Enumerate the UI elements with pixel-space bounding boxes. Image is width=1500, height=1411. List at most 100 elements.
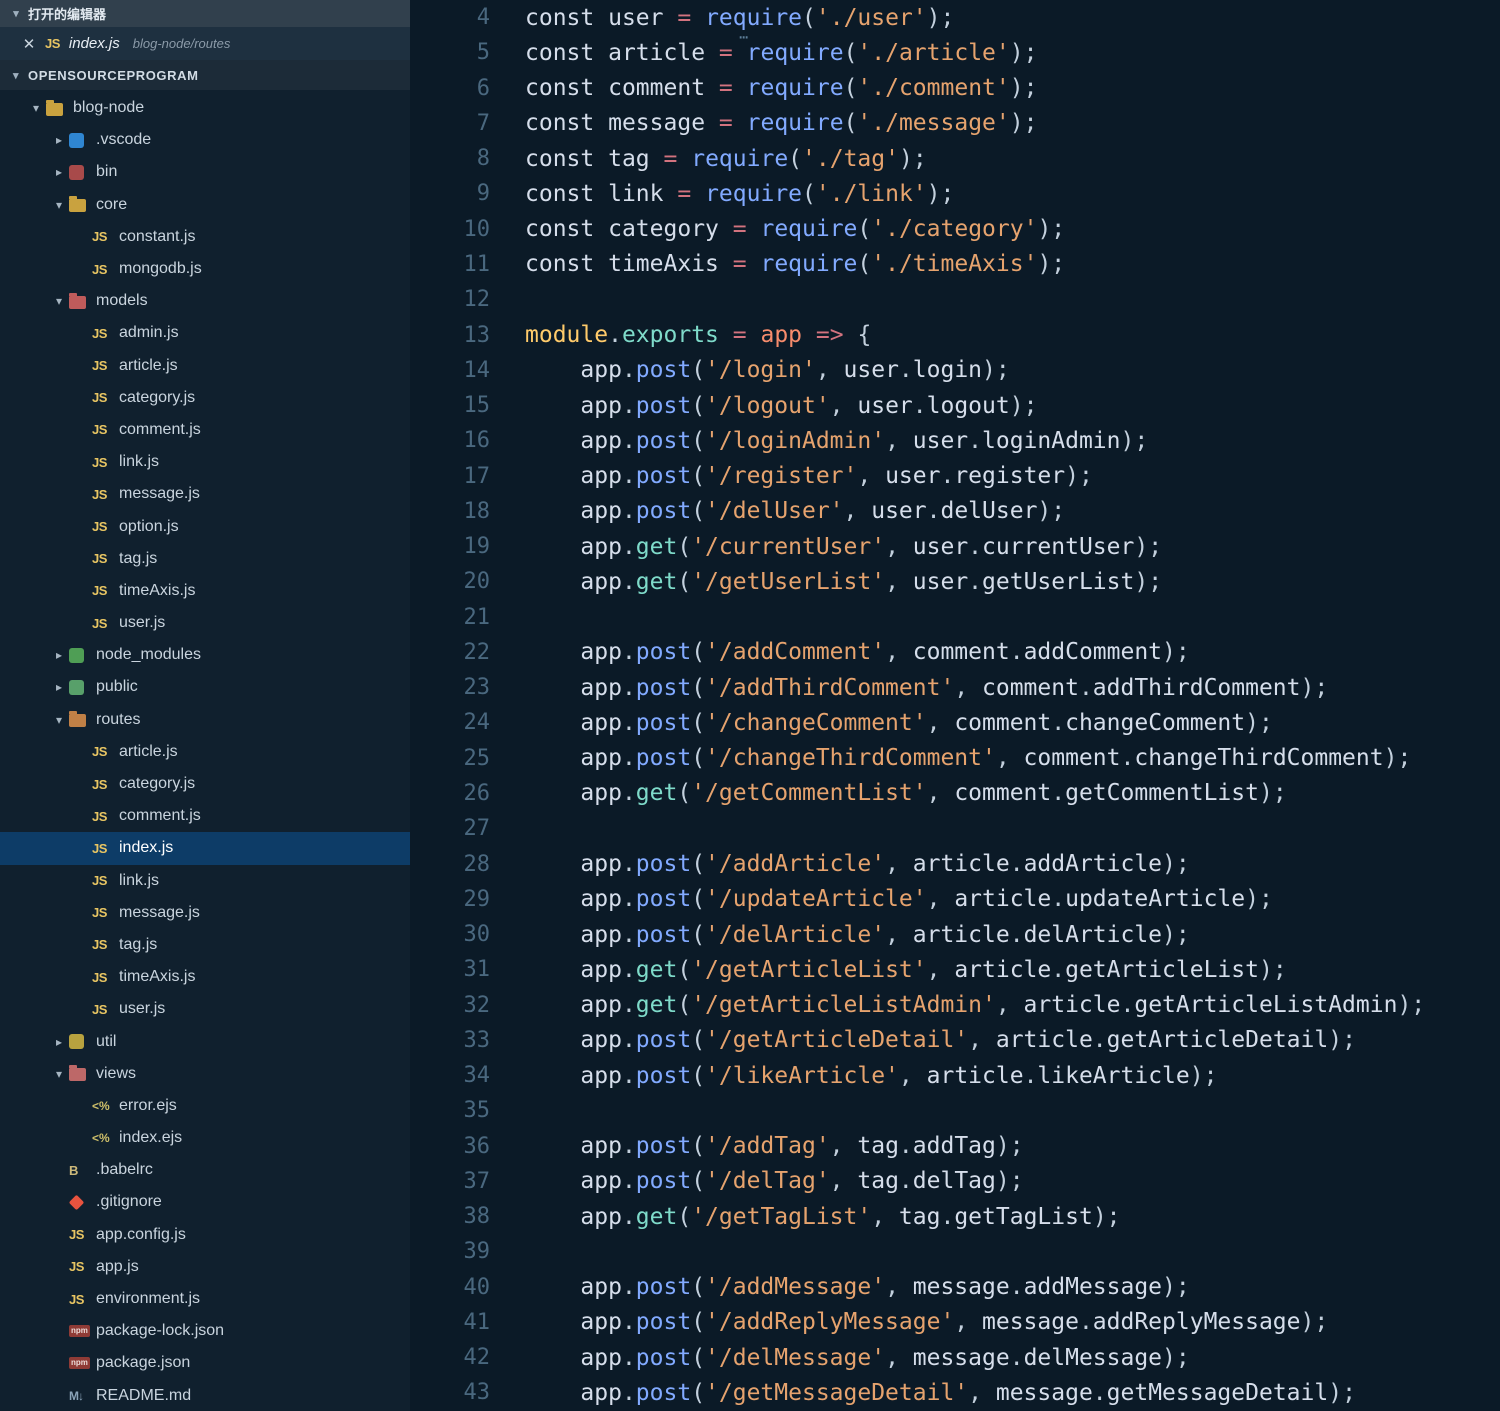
code-line[interactable]: 37 app.post('/delTag', tag.delTag); <box>410 1164 1500 1199</box>
tree-item-admin-js[interactable]: JS admin.js <box>0 317 410 349</box>
tree-item-error-ejs[interactable]: <% error.ejs <box>0 1090 410 1122</box>
code-line[interactable]: 21 <box>410 600 1500 635</box>
tree-item-index-js[interactable]: JS index.js <box>0 832 410 865</box>
code-line[interactable]: 36 app.post('/addTag', tag.addTag); <box>410 1129 1500 1164</box>
open-editors-header[interactable]: ▾ 打开的编辑器 <box>0 0 410 27</box>
code-line[interactable]: 23 app.post('/addThirdComment', comment.… <box>410 670 1500 705</box>
code-line[interactable]: 42 app.post('/delMessage', message.delMe… <box>410 1340 1500 1375</box>
code-text: const tag = require('./tag'); <box>525 145 927 172</box>
chevron-right-icon[interactable]: ▸ <box>49 680 69 694</box>
tree-item-package-json[interactable]: npm package.json <box>0 1347 410 1379</box>
open-editor-item[interactable]: ✕ JS index.js blog-node/routes <box>0 27 410 60</box>
code-line[interactable]: 8 const tag = require('./tag'); <box>410 141 1500 176</box>
tree-item-comment-js[interactable]: JS comment.js <box>0 414 410 446</box>
tree-item-category-js[interactable]: JS category.js <box>0 768 410 800</box>
code-line[interactable]: 34 app.post('/likeArticle', article.like… <box>410 1058 1500 1093</box>
code-line[interactable]: 4 const user = require('./user'); <box>410 0 1500 35</box>
tree-item-bin[interactable]: ▸ bin <box>0 156 410 188</box>
tree-item-user-js[interactable]: JS user.js <box>0 993 410 1025</box>
code-line[interactable]: 17 app.post('/register', user.register); <box>410 458 1500 493</box>
code-line[interactable]: 29 app.post('/updateArticle', article.up… <box>410 882 1500 917</box>
tree-item-node-modules[interactable]: ▸ node_modules <box>0 639 410 671</box>
code-line[interactable]: 15 app.post('/logout', user.logout); <box>410 388 1500 423</box>
code-line[interactable]: 9 const link = require('./link'); <box>410 176 1500 211</box>
tree-item-blog-node[interactable]: ▾ blog-node <box>0 92 410 124</box>
tree-item-constant-js[interactable]: JS constant.js <box>0 221 410 253</box>
tree-item-message-js[interactable]: JS message.js <box>0 478 410 510</box>
code-line[interactable]: 13 module.exports = app => { <box>410 317 1500 352</box>
chevron-right-icon[interactable]: ▸ <box>49 648 69 662</box>
tree-item-core[interactable]: ▾ core <box>0 189 410 221</box>
code-line[interactable]: 14 app.post('/login', user.login); <box>410 353 1500 388</box>
tree-item-link-js[interactable]: JS link.js <box>0 865 410 897</box>
code-line[interactable]: 25 app.post('/changeThirdComment', comme… <box>410 741 1500 776</box>
chevron-down-icon[interactable]: ▾ <box>49 198 69 212</box>
code-line[interactable]: 31 app.get('/getArticleList', article.ge… <box>410 952 1500 987</box>
code-line[interactable]: 38 app.get('/getTagList', tag.getTagList… <box>410 1199 1500 1234</box>
code-line[interactable]: 18 app.post('/delUser', user.delUser); <box>410 494 1500 529</box>
code-line[interactable]: 35 <box>410 1093 1500 1128</box>
tree-item-app-config-js[interactable]: JS app.config.js <box>0 1219 410 1251</box>
tree-item-option-js[interactable]: JS option.js <box>0 510 410 542</box>
code-line[interactable]: 41 app.post('/addReplyMessage', message.… <box>410 1305 1500 1340</box>
tree-item-tag-js[interactable]: JS tag.js <box>0 543 410 575</box>
code-line[interactable]: 24 app.post('/changeComment', comment.ch… <box>410 705 1500 740</box>
code-line[interactable]: 26 app.get('/getCommentList', comment.ge… <box>410 776 1500 811</box>
code-line[interactable]: 40 app.post('/addMessage', message.addMe… <box>410 1270 1500 1305</box>
tree-item-category-js[interactable]: JS category.js <box>0 382 410 414</box>
code-editor[interactable]: 4 const user = require('./user'); 5 const a… <box>410 0 1500 1411</box>
tree-item-article-js[interactable]: JS article.js <box>0 350 410 382</box>
tree-item-timeaxis-js[interactable]: JS timeAxis.js <box>0 575 410 607</box>
code-line[interactable]: 7 const message = require('./message'); <box>410 106 1500 141</box>
tree-item-link-js[interactable]: JS link.js <box>0 446 410 478</box>
code-line[interactable]: 6 const comment = require('./comment'); <box>410 71 1500 106</box>
close-icon[interactable]: ✕ <box>22 35 36 53</box>
tree-item-routes[interactable]: ▾ routes <box>0 704 410 736</box>
tree-item-views[interactable]: ▾ views <box>0 1058 410 1090</box>
code-line[interactable]: 19 app.get('/currentUser', user.currentU… <box>410 529 1500 564</box>
project-section-header[interactable]: ▾ OPENSOURCEPROGRAM <box>0 60 410 90</box>
code-line[interactable]: 28 app.post('/addArticle', article.addAr… <box>410 846 1500 881</box>
chevron-right-icon[interactable]: ▸ <box>49 133 69 147</box>
chevron-down-icon[interactable]: ▾ <box>26 101 46 115</box>
chevron-down-icon[interactable]: ▾ <box>49 713 69 727</box>
chevron-down-icon[interactable]: ▾ <box>49 1067 69 1081</box>
tree-item-public[interactable]: ▸ public <box>0 671 410 703</box>
code-line[interactable]: 43 app.post('/getMessageDetail', message… <box>410 1375 1500 1410</box>
code-line[interactable]: 10 const category = require('./category')… <box>410 212 1500 247</box>
code-line[interactable]: 22 app.post('/addComment', comment.addCo… <box>410 635 1500 670</box>
code-line[interactable]: 11 const timeAxis = require('./timeAxis')… <box>410 247 1500 282</box>
code-line[interactable]: 30 app.post('/delArticle', article.delAr… <box>410 917 1500 952</box>
code-line[interactable]: 12 <box>410 282 1500 317</box>
tree-item-readme-md[interactable]: M↓ README.md <box>0 1380 410 1411</box>
tree-item-message-js[interactable]: JS message.js <box>0 897 410 929</box>
code-line[interactable]: 32 app.get('/getArticleListAdmin', artic… <box>410 987 1500 1022</box>
tree-item-comment-js[interactable]: JS comment.js <box>0 800 410 832</box>
tree-item-mongodb-js[interactable]: JS mongodb.js <box>0 253 410 285</box>
tree-item-package-lock-json[interactable]: npm package-lock.json <box>0 1315 410 1347</box>
code-line[interactable]: 20 app.get('/getUserList', user.getUserL… <box>410 564 1500 599</box>
code-text: app.get('/getArticleList', article.getAr… <box>580 956 1287 983</box>
chevron-right-icon[interactable]: ▸ <box>49 1035 69 1049</box>
tree-item-app-js[interactable]: JS app.js <box>0 1251 410 1283</box>
tree-item-timeaxis-js[interactable]: JS timeAxis.js <box>0 961 410 993</box>
tree-item-environment-js[interactable]: JS environment.js <box>0 1283 410 1315</box>
tree-item--babelrc[interactable]: B .babelrc <box>0 1154 410 1186</box>
code-area[interactable]: 4 const user = require('./user'); 5 const a… <box>410 0 1500 1411</box>
code-text: app.get('/getTagList', tag.getTagList); <box>580 1203 1121 1230</box>
code-line[interactable]: 27 <box>410 811 1500 846</box>
tree-item-user-js[interactable]: JS user.js <box>0 607 410 639</box>
tree-item-index-ejs[interactable]: <% index.ejs <box>0 1122 410 1154</box>
tree-item--gitignore[interactable]: .gitignore <box>0 1186 410 1218</box>
tree-item-models[interactable]: ▾ models <box>0 285 410 317</box>
tree-item--vscode[interactable]: ▸ .vscode <box>0 124 410 156</box>
code-line[interactable]: 39 <box>410 1234 1500 1269</box>
code-line[interactable]: 5 const article = require('./article'); <box>410 35 1500 70</box>
tree-item-tag-js[interactable]: JS tag.js <box>0 929 410 961</box>
tree-item-article-js[interactable]: JS article.js <box>0 736 410 768</box>
chevron-right-icon[interactable]: ▸ <box>49 165 69 179</box>
tree-item-util[interactable]: ▸ util <box>0 1025 410 1057</box>
code-line[interactable]: 33 app.post('/getArticleDetail', article… <box>410 1023 1500 1058</box>
chevron-down-icon[interactable]: ▾ <box>49 294 69 308</box>
code-line[interactable]: 16 app.post('/loginAdmin', user.loginAdm… <box>410 423 1500 458</box>
